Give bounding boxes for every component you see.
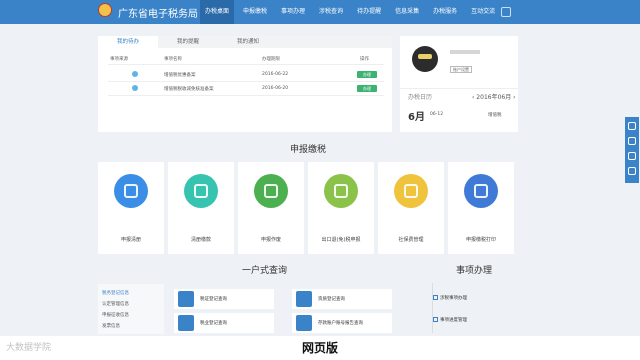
query-item[interactable]: 存款账户账号报告查询 xyxy=(292,313,392,333)
profile-panel: 账户设置 办税日历 ‹ 2016年06月 › 6月 06-12 增值税 xyxy=(400,36,518,132)
query-item-label: 税业登记查询 xyxy=(200,321,227,326)
nav-matters[interactable]: 事项办理 xyxy=(276,0,310,24)
matters-link-label: 涉税事项办理 xyxy=(440,296,467,301)
chat-icon[interactable] xyxy=(628,122,636,130)
query-item[interactable]: 税证登记查询 xyxy=(174,289,274,309)
matters-link[interactable]: 涉税事项办理 xyxy=(433,295,467,301)
query-item[interactable]: 资质登记查询 xyxy=(292,289,392,309)
tile-label: 申报清册 xyxy=(120,237,141,243)
row-divider xyxy=(108,95,384,96)
tile-declare-print[interactable]: 申报缴税打印 xyxy=(448,162,514,254)
caption: 网页版 xyxy=(301,341,338,355)
query-item[interactable]: 税业登记查询 xyxy=(174,313,274,333)
top-header: 广东省电子税务局 办税桌面 申报缴税 事项办理 涉税查询 待办提醒 信息采集 办… xyxy=(0,0,640,24)
todo-panel: 我的待办 我的提醒 我的通知 事项来源 事项名称 办理期限 操作 增值税优惠备案… xyxy=(98,36,392,132)
todo-tabs: 我的待办 我的提醒 我的通知 xyxy=(98,36,392,48)
calendar-entry-kind: 增值税 xyxy=(488,113,502,118)
doc-icon xyxy=(132,71,138,77)
tile-export-refund[interactable]: 出口退(免)税申报 xyxy=(308,162,374,254)
section-title-query: 一户式查询 xyxy=(242,266,288,276)
query-sidebar: 税务登记信息 认定管理信息 申报征收信息 发票信息 xyxy=(98,284,164,334)
tax-bureau-logo-icon xyxy=(98,3,112,17)
calendar-entry-date: 06-12 xyxy=(430,112,444,117)
tab-my-reminders[interactable]: 我的提醒 xyxy=(158,36,218,48)
tile-list-payment[interactable]: 清册缴款 xyxy=(168,162,234,254)
site-title: 广东省电子税务局 xyxy=(118,9,198,20)
floating-toolbar xyxy=(625,117,639,183)
printer-icon xyxy=(464,174,498,208)
paper-plane-icon xyxy=(114,174,148,208)
user-menu-icon[interactable] xyxy=(501,7,511,17)
query-side-item[interactable]: 认定管理信息 xyxy=(102,301,129,307)
matters-link[interactable]: 事项进度管理 xyxy=(433,317,467,323)
row-name: 增值税优惠备案 xyxy=(164,73,196,78)
col-name: 事项名称 xyxy=(164,57,182,62)
query-side-item[interactable]: 税务登记信息 xyxy=(102,290,129,296)
handle-button[interactable]: 办理 xyxy=(357,71,377,78)
phone-icon[interactable] xyxy=(628,137,636,145)
bank-card-icon xyxy=(296,315,312,331)
query-side-item[interactable]: 发票信息 xyxy=(102,323,120,329)
person-icon xyxy=(178,315,194,331)
matters-link-label: 事项进度管理 xyxy=(440,318,467,323)
nav-interaction[interactable]: 互动交流 xyxy=(466,0,500,24)
tile-label: 社保费管理 xyxy=(398,237,424,243)
account-settings-button[interactable]: 账户设置 xyxy=(450,66,472,73)
tile-declare-list[interactable]: 申报清册 xyxy=(98,162,164,254)
calendar-label: 办税日历 xyxy=(408,94,433,101)
row-name: 增值税税收减免核准备案 xyxy=(164,87,214,92)
tile-declare-void[interactable]: 申报作废 xyxy=(238,162,304,254)
export-box-icon xyxy=(324,174,358,208)
nav-reminders[interactable]: 待办提醒 xyxy=(352,0,386,24)
avatar xyxy=(412,46,438,72)
row-divider xyxy=(108,64,384,65)
doc-icon xyxy=(132,85,138,91)
col-action: 操作 xyxy=(360,57,369,62)
nav-query[interactable]: 涉税查询 xyxy=(314,0,348,24)
checkbox-icon xyxy=(433,295,438,300)
query-item-label: 存款账户账号报告查询 xyxy=(318,321,363,326)
row-deadline: 2016-06-22 xyxy=(262,72,289,77)
navigation-arrow-icon xyxy=(296,291,312,307)
main-nav: 办税桌面 申报缴税 事项办理 涉税查询 待办提醒 信息采集 办税服务 互动交流 xyxy=(200,0,504,24)
nav-info-collect[interactable]: 信息采集 xyxy=(390,0,424,24)
nav-desktop[interactable]: 办税桌面 xyxy=(200,0,235,24)
calendar-big-month: 6月 xyxy=(408,112,425,123)
document-icon[interactable] xyxy=(628,152,636,160)
search-icon xyxy=(178,291,194,307)
calendar-grid-icon xyxy=(254,174,288,208)
tab-my-notices[interactable]: 我的通知 xyxy=(218,36,278,48)
nav-services[interactable]: 办税服务 xyxy=(428,0,462,24)
row-deadline: 2016-06-20 xyxy=(262,86,289,91)
blurred-username xyxy=(450,50,480,54)
query-side-item[interactable]: 申报征收信息 xyxy=(102,312,129,318)
section-title-matters: 事项办理 xyxy=(456,266,493,276)
divider xyxy=(432,283,433,333)
divider xyxy=(400,88,518,89)
query-item-label: 资质登记查询 xyxy=(318,297,345,302)
location-pin-icon xyxy=(184,174,218,208)
handle-button[interactable]: 办理 xyxy=(357,85,377,92)
query-item-label: 税证登记查询 xyxy=(200,297,227,302)
tile-label: 清册缴款 xyxy=(190,237,211,243)
tile-social-security[interactable]: 社保费管理 xyxy=(378,162,444,254)
coin-icon xyxy=(394,174,428,208)
tile-label: 出口退(免)税申报 xyxy=(321,237,361,243)
tile-label: 申报缴税打印 xyxy=(465,237,496,243)
tab-my-todo[interactable]: 我的待办 xyxy=(98,36,158,48)
row-divider xyxy=(108,81,384,82)
col-source: 事项来源 xyxy=(110,57,128,62)
section-title-declare: 申报缴税 xyxy=(290,145,327,155)
tile-label: 申报作废 xyxy=(260,237,281,243)
back-to-top-icon[interactable] xyxy=(628,167,636,175)
nav-declare[interactable]: 申报缴税 xyxy=(238,0,272,24)
calendar-month-switcher[interactable]: ‹ 2016年06月 › xyxy=(472,92,516,101)
col-deadline: 办理期限 xyxy=(262,57,280,62)
progress-icon xyxy=(433,317,438,322)
